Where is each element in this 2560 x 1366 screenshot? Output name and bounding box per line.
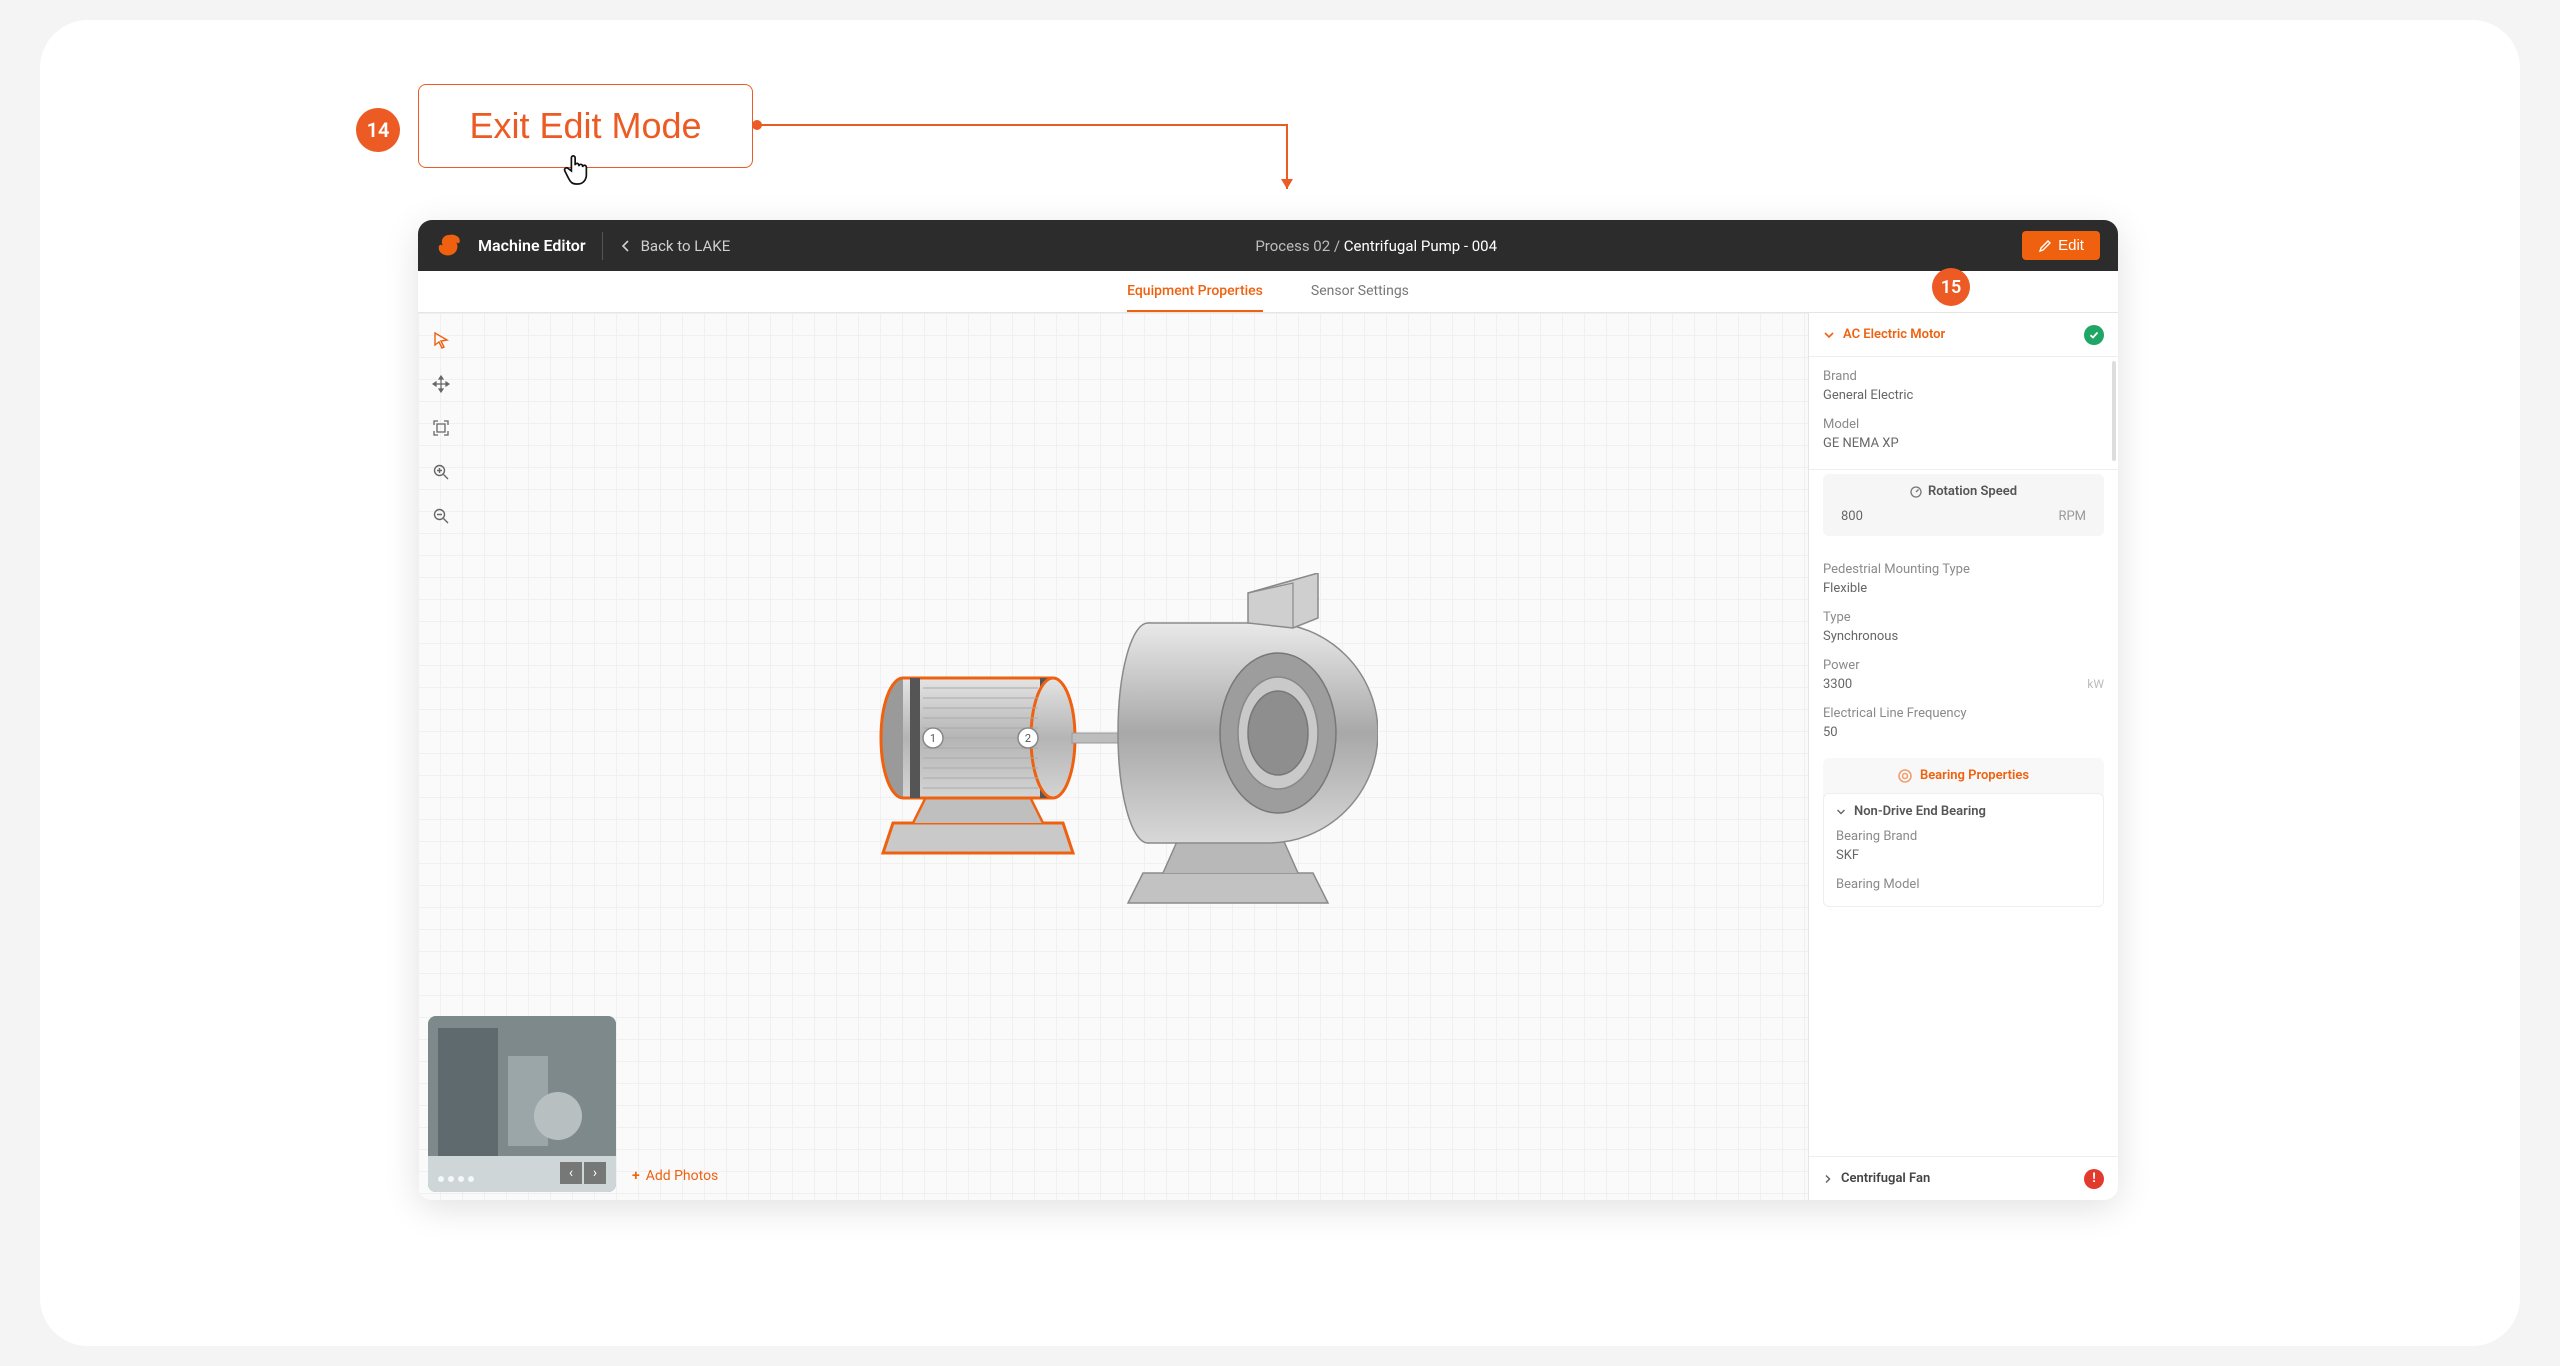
- plus-icon: +: [632, 1168, 640, 1184]
- back-link-label: Back to LAKE: [641, 237, 731, 255]
- svg-text:1: 1: [930, 732, 936, 745]
- cursor-arrow-icon: [432, 331, 450, 349]
- model-value: GE NEMA XP: [1823, 436, 2104, 451]
- exit-edit-mode-label: Exit Edit Mode: [469, 105, 701, 147]
- zoom-out-tool[interactable]: [428, 503, 454, 529]
- mount-value: Flexible: [1823, 581, 2104, 596]
- gauge-icon: [1910, 486, 1922, 498]
- photo-next-button[interactable]: ›: [584, 1162, 606, 1184]
- brand-value: General Electric: [1823, 388, 2104, 403]
- canvas-toolbar: [428, 327, 454, 529]
- tab-sensor-settings[interactable]: Sensor Settings: [1311, 271, 1409, 312]
- bearing-brand-label: Bearing Brand: [1836, 829, 2091, 844]
- bearing-model-label: Bearing Model: [1836, 877, 2091, 892]
- section-ac-motor-title: AC Electric Motor: [1843, 327, 1945, 342]
- topbar-divider: [602, 232, 603, 260]
- section-centrifugal-fan-header[interactable]: Centrifugal Fan !: [1809, 1156, 2118, 1200]
- power-label: Power: [1823, 658, 2104, 673]
- app-window: Machine Editor Back to LAKE Process 02 /…: [418, 220, 2118, 1200]
- motor-graphic[interactable]: 1 2: [881, 678, 1132, 853]
- power-value: 3300 kW: [1823, 677, 2104, 692]
- section-ac-motor-body-2: Pedestrial Mounting Type Flexible Type S…: [1809, 550, 2118, 758]
- bearing-nde-header[interactable]: Non-Drive End Bearing: [1836, 804, 2091, 819]
- brand-label: Brand: [1823, 369, 2104, 384]
- tab-equipment-properties[interactable]: Equipment Properties: [1127, 271, 1263, 312]
- step-badge-15: 15: [1932, 268, 1970, 306]
- fan-graphic[interactable]: [1118, 573, 1378, 903]
- breadcrumb: Process 02 / Centrifugal Pump - 004: [1255, 237, 1497, 255]
- bearing-nde-title: Non-Drive End Bearing: [1854, 804, 1986, 819]
- bearing-icon: [1898, 769, 1912, 783]
- zoom-in-tool[interactable]: [428, 459, 454, 485]
- move-tool[interactable]: [428, 371, 454, 397]
- breadcrumb-parent: Process 02: [1255, 237, 1330, 255]
- section-ac-motor-header[interactable]: AC Electric Motor: [1809, 313, 2118, 357]
- canvas-workspace[interactable]: 1 2: [418, 313, 1808, 1200]
- rotation-value: 800: [1841, 509, 1863, 524]
- pencil-icon: [2038, 239, 2052, 253]
- add-photos-button[interactable]: + Add Photos: [632, 1168, 718, 1184]
- exit-edit-mode-button[interactable]: Exit Edit Mode: [418, 84, 753, 168]
- move-icon: [432, 375, 450, 393]
- bearing-title-label: Bearing Properties: [1920, 768, 2029, 783]
- arrow-left-icon: [619, 239, 633, 253]
- chevron-down-icon: [1823, 329, 1835, 341]
- model-label: Model: [1823, 417, 2104, 432]
- app-title: Machine Editor: [478, 236, 586, 255]
- step-badge-14: 14: [356, 108, 400, 152]
- type-label: Type: [1823, 610, 2104, 625]
- fit-tool[interactable]: [428, 415, 454, 441]
- rotation-unit: RPM: [2058, 509, 2086, 524]
- add-photos-label: Add Photos: [646, 1168, 719, 1184]
- chevron-right-icon: [1823, 1174, 1833, 1184]
- status-ok-icon: [2084, 325, 2104, 345]
- photo-thumbnail[interactable]: ‹ ›: [428, 1016, 616, 1192]
- freq-label: Electrical Line Frequency: [1823, 706, 2104, 721]
- bearing-nde-card: Non-Drive End Bearing Bearing Brand SKF …: [1823, 793, 2104, 907]
- chevron-down-icon: [1836, 807, 1846, 817]
- fit-screen-icon: [432, 419, 450, 437]
- zoom-in-icon: [432, 463, 450, 481]
- freq-value: 50: [1823, 725, 2104, 740]
- bearing-properties-section: Bearing Properties Non-Drive End Bearing…: [1823, 758, 2104, 907]
- equipment-diagram: 1 2: [848, 573, 1378, 913]
- photo-prev-button[interactable]: ‹: [560, 1162, 582, 1184]
- section-ac-motor-body: Brand General Electric Model GE NEMA XP: [1809, 357, 2118, 470]
- app-logo-icon: [436, 233, 462, 259]
- properties-panel: AC Electric Motor Brand General Electric…: [1808, 313, 2118, 1200]
- back-link[interactable]: Back to LAKE: [619, 237, 731, 255]
- edit-button[interactable]: Edit: [2022, 231, 2100, 260]
- type-value: Synchronous: [1823, 629, 2104, 644]
- rotation-speed-card: Rotation Speed 800 RPM: [1823, 474, 2104, 536]
- breadcrumb-current: Centrifugal Pump - 004: [1344, 237, 1497, 255]
- scrollbar[interactable]: [2112, 361, 2116, 461]
- svg-text:2: 2: [1025, 732, 1031, 745]
- bearing-brand-value: SKF: [1836, 848, 2091, 863]
- select-tool[interactable]: [428, 327, 454, 353]
- status-warning-icon: !: [2084, 1169, 2104, 1189]
- zoom-out-icon: [432, 507, 450, 525]
- power-unit: kW: [2087, 677, 2104, 691]
- section-centrifugal-fan-title: Centrifugal Fan: [1841, 1171, 1930, 1186]
- topbar: Machine Editor Back to LAKE Process 02 /…: [418, 220, 2118, 271]
- mount-label: Pedestrial Mounting Type: [1823, 562, 2104, 577]
- rotation-title: Rotation Speed: [1928, 484, 2017, 499]
- edit-button-label: Edit: [2058, 237, 2084, 254]
- tabbar: Equipment Properties Sensor Settings: [418, 271, 2118, 313]
- photo-pager-dots: [438, 1176, 474, 1182]
